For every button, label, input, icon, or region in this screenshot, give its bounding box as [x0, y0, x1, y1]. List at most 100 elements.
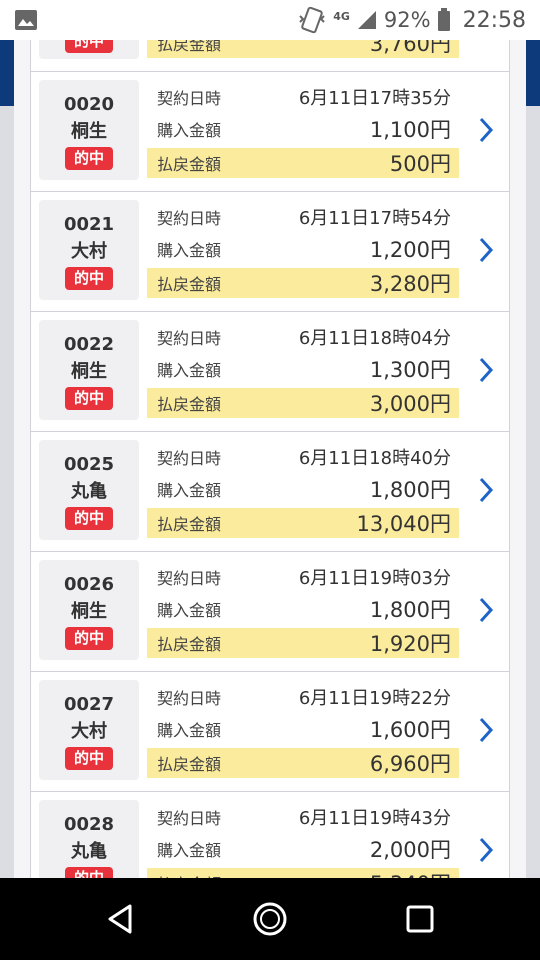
purchase-label: 購入金額 [157, 841, 222, 860]
race-number: 0028 [63, 813, 115, 835]
race-number: 0026 [63, 573, 115, 595]
hit-badge: 的中 [64, 746, 113, 770]
payout-label: 払戻金額 [157, 635, 222, 654]
clock: 22:58 [462, 7, 526, 33]
status-bar: 4G 92% 22:58 [0, 0, 540, 40]
race-venue: 大村 [71, 720, 107, 742]
contract-value: 6月11日19時22分 [298, 688, 451, 709]
network-type: 4G [333, 10, 350, 23]
purchase-row: 購入金額 1,600円 [147, 714, 459, 744]
chevron-right-icon[interactable] [475, 236, 497, 264]
contract-label: 契約日時 [157, 449, 222, 468]
race-card[interactable]: 0027 大村 的中 契約日時 6月11日19時22分 購入金額 1,600円 … [30, 672, 510, 792]
payout-row: 払戻金額 500円 [147, 148, 459, 178]
purchase-row: 購入金額 1,300円 [147, 354, 459, 384]
payout-row: 払戻金額 5,340円 [147, 868, 459, 878]
race-id-box: 0022 桐生 的中 [39, 320, 139, 420]
contract-label: 契約日時 [157, 89, 222, 108]
payout-row: 払戻金額 3,280円 [147, 268, 459, 298]
purchase-label: 購入金額 [157, 241, 222, 260]
contract-label: 契約日時 [157, 569, 222, 588]
purchase-value: 1,800円 [369, 478, 451, 502]
hit-badge: 的中 [64, 386, 113, 410]
hit-badge: 的中 [64, 626, 113, 650]
race-id-box: 0025 丸亀 的中 [39, 440, 139, 540]
payout-label: 払戻金額 [157, 871, 221, 878]
payout-value: 3,000円 [369, 392, 451, 416]
purchase-row: 購入金額 1,800円 [147, 594, 459, 624]
race-venue: 丸亀 [71, 840, 107, 862]
hit-badge: 的中 [64, 146, 113, 170]
chevron-right-icon[interactable] [475, 836, 497, 864]
purchase-value: 1,200円 [369, 238, 451, 262]
chevron-right-icon[interactable] [475, 476, 497, 504]
race-card-partial[interactable]: 的中 払戻金額 3,760円 [30, 40, 510, 72]
home-icon[interactable] [250, 899, 290, 939]
purchase-value: 1,600円 [369, 718, 451, 742]
back-icon[interactable] [100, 899, 140, 939]
payout-row: 払戻金額 3,760円 [147, 40, 459, 58]
purchase-label: 購入金額 [157, 361, 222, 380]
purchase-row: 購入金額 2,000円 [147, 834, 459, 864]
chevron-right-icon[interactable] [475, 116, 497, 144]
contract-value: 6月11日18時04分 [298, 328, 451, 349]
contract-label: 契約日時 [157, 809, 222, 828]
race-venue: 桐生 [71, 360, 107, 382]
contract-row: 契約日時 6月11日19時03分 [147, 562, 459, 592]
contract-row: 契約日時 6月11日19時22分 [147, 682, 459, 712]
payout-row: 払戻金額 3,000円 [147, 388, 459, 418]
contract-row: 契約日時 6月11日19時43分 [147, 802, 459, 832]
payout-label: 払戻金額 [157, 40, 222, 54]
contract-row: 契約日時 6月11日18時04分 [147, 322, 459, 352]
race-number: 0020 [63, 93, 115, 115]
race-venue: 桐生 [71, 120, 107, 142]
vibrate-icon [299, 6, 325, 34]
race-list: 的中 払戻金額 3,760円 0020 桐生 的中 契約日時 6月11日17時3… [30, 40, 512, 878]
chevron-right-icon[interactable] [475, 596, 497, 624]
hit-badge: 的中 [64, 266, 113, 290]
purchase-row: 購入金額 1,800円 [147, 474, 459, 504]
recents-icon[interactable] [400, 899, 440, 939]
race-id-box: 0020 桐生 的中 [39, 80, 139, 180]
chevron-right-icon[interactable] [475, 716, 497, 744]
purchase-value: 1,800円 [369, 598, 451, 622]
race-card[interactable]: 0021 大村 的中 契約日時 6月11日17時54分 購入金額 1,200円 … [30, 192, 510, 312]
battery-icon [437, 8, 450, 31]
contract-label: 契約日時 [157, 329, 222, 348]
payout-label: 払戻金額 [157, 155, 222, 174]
chevron-right-icon[interactable] [475, 356, 497, 384]
contract-value: 6月11日18時40分 [298, 448, 451, 469]
payout-value: 6,960円 [369, 752, 451, 776]
race-card[interactable]: 0025 丸亀 的中 契約日時 6月11日18時40分 購入金額 1,800円 … [30, 432, 510, 552]
purchase-row: 購入金額 1,100円 [147, 114, 459, 144]
contract-value: 6月11日17時35分 [298, 88, 451, 109]
battery-percent: 92% [383, 8, 431, 32]
race-venue: 丸亀 [71, 480, 107, 502]
payout-label: 払戻金額 [157, 515, 222, 534]
image-icon [15, 10, 37, 30]
race-card[interactable]: 0020 桐生 的中 契約日時 6月11日17時35分 購入金額 1,100円 … [30, 72, 510, 192]
contract-label: 契約日時 [157, 209, 222, 228]
race-card[interactable]: 0026 桐生 的中 契約日時 6月11日19時03分 購入金額 1,800円 … [30, 552, 510, 672]
race-card[interactable]: 0028 丸亀 的中 契約日時 6月11日19時43分 購入金額 2,000円 … [30, 792, 510, 878]
race-number: 0025 [63, 453, 115, 475]
purchase-row: 購入金額 1,200円 [147, 234, 459, 264]
hit-badge: 的中 [64, 40, 113, 53]
purchase-label: 購入金額 [157, 601, 222, 620]
race-number: 0022 [63, 333, 115, 355]
race-number: 0027 [63, 693, 115, 715]
payout-value: 500円 [389, 152, 451, 176]
purchase-label: 購入金額 [157, 481, 222, 500]
payout-label: 払戻金額 [157, 395, 222, 414]
race-id-box: 0028 丸亀 的中 [39, 800, 139, 878]
payout-value: 3,760円 [369, 40, 451, 56]
race-id-box: 0021 大村 的中 [39, 200, 139, 300]
payout-label: 払戻金額 [157, 755, 222, 774]
race-id-box: 0027 大村 的中 [39, 680, 139, 780]
payout-row: 払戻金額 13,040円 [147, 508, 459, 538]
signal-icon [357, 11, 376, 29]
navigation-bar [0, 878, 540, 960]
race-card[interactable]: 0022 桐生 的中 契約日時 6月11日18時04分 購入金額 1,300円 … [30, 312, 510, 432]
payout-value: 13,040円 [356, 512, 451, 536]
contract-value: 6月11日17時54分 [298, 208, 451, 229]
